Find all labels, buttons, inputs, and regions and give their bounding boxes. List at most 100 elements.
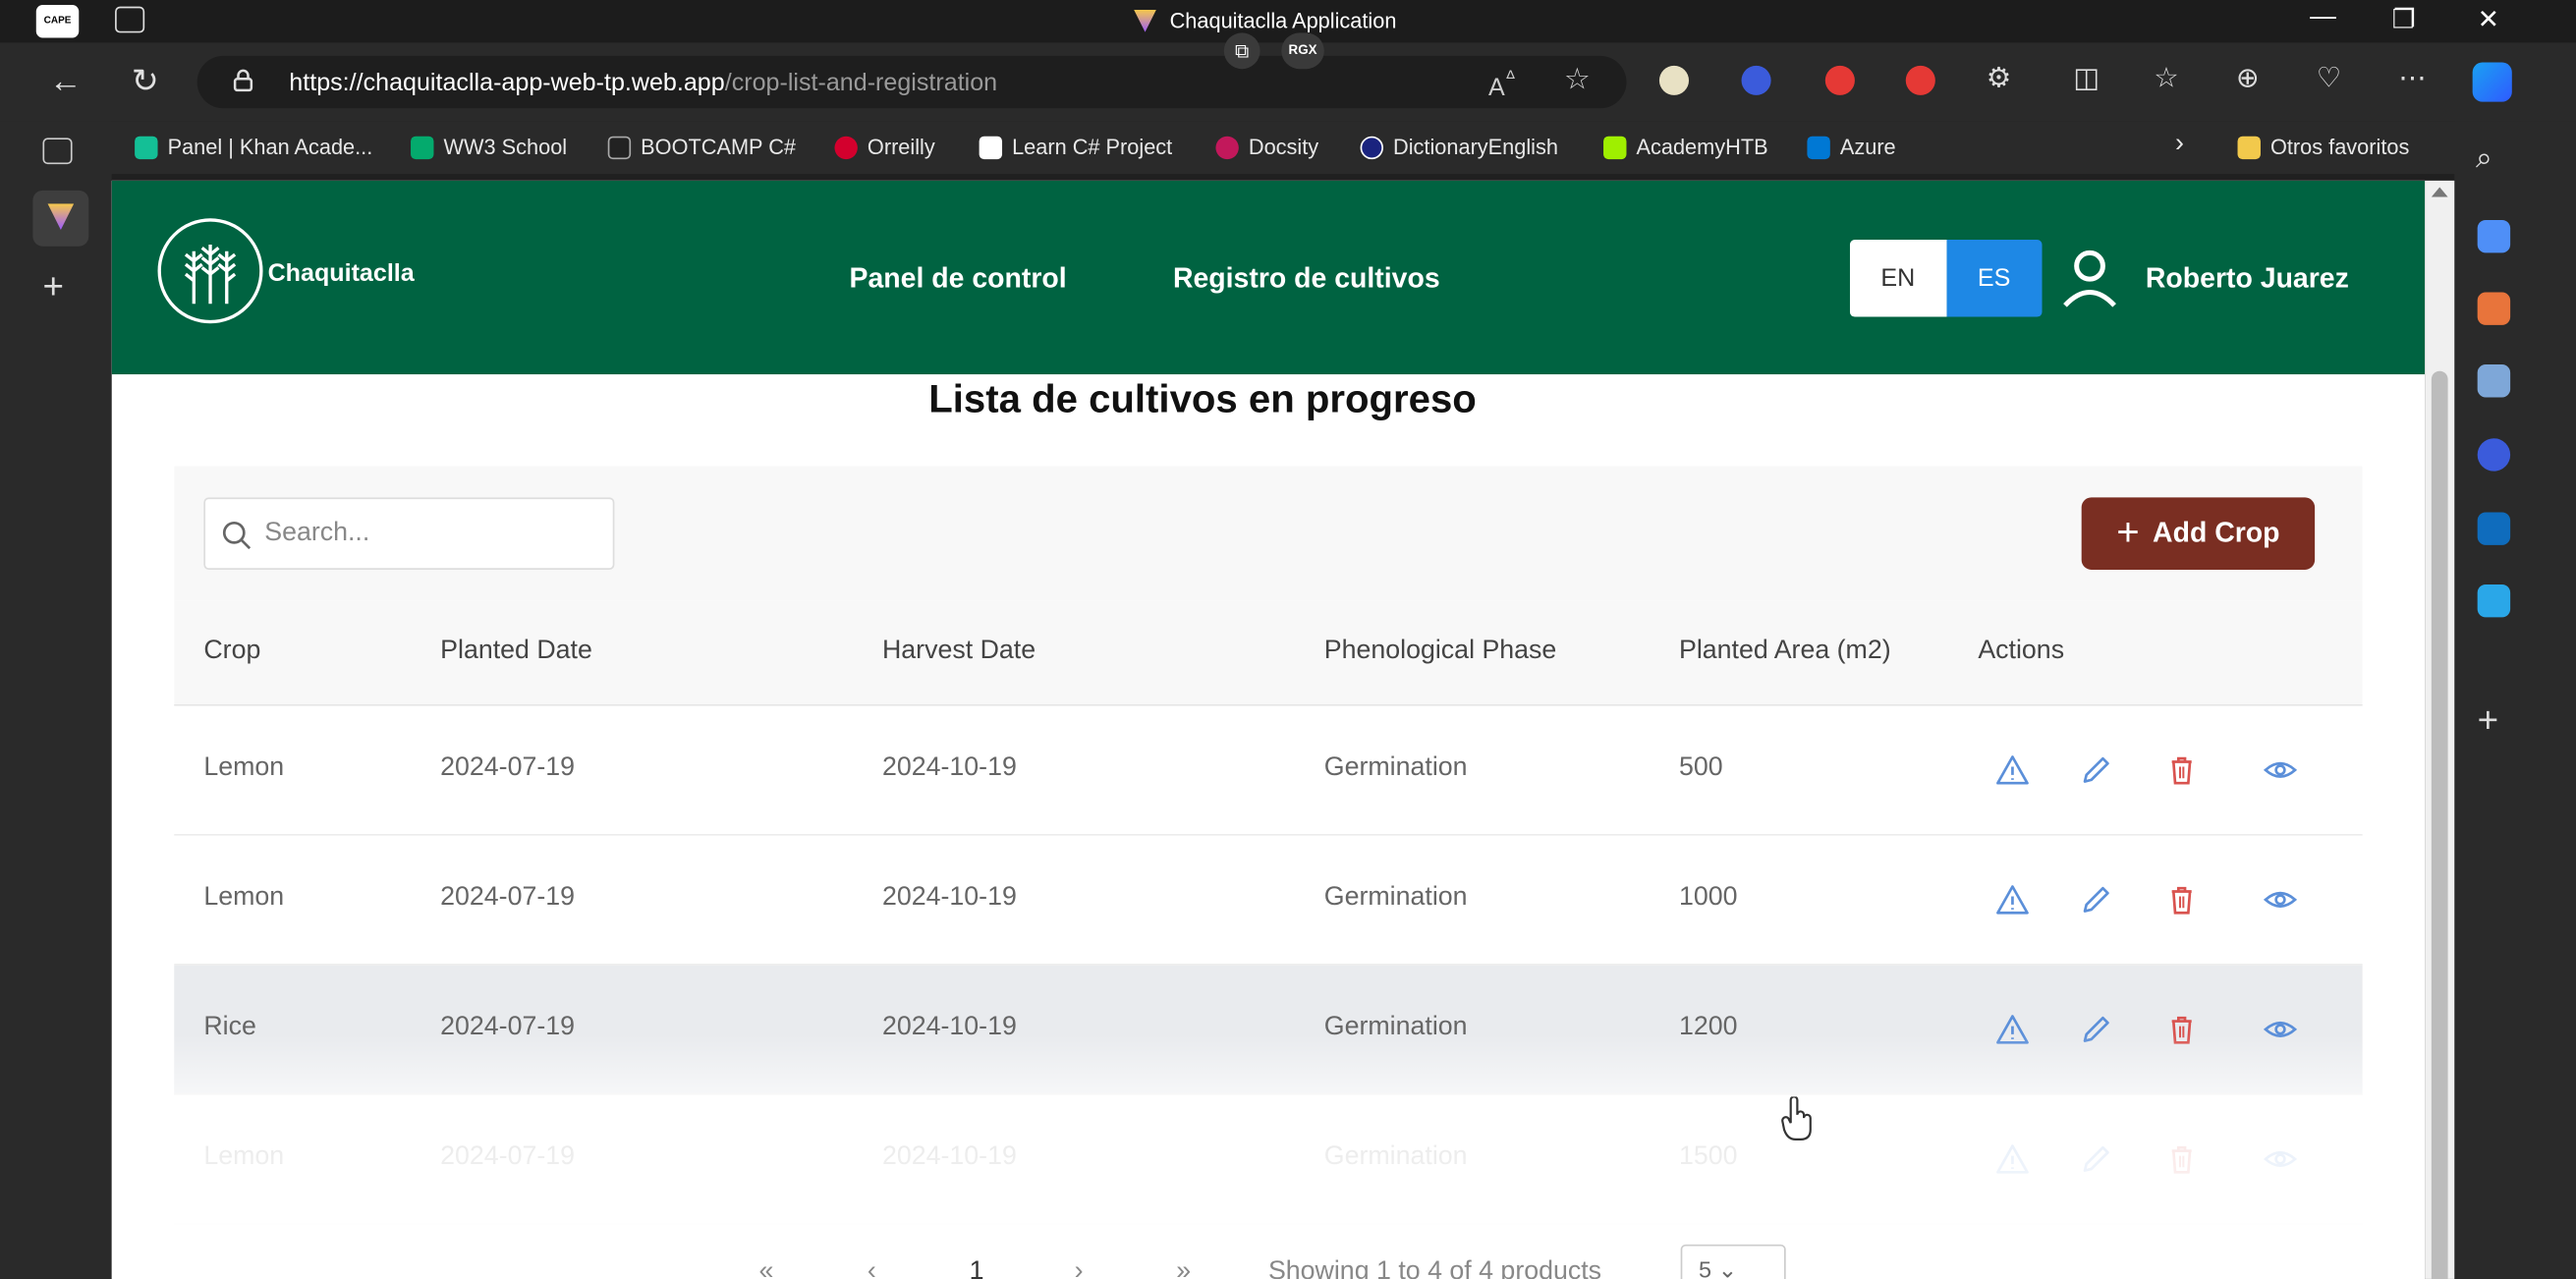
folder-icon xyxy=(2237,135,2261,159)
new-tab-icon[interactable]: + xyxy=(42,266,64,308)
outlook-icon[interactable] xyxy=(2477,512,2511,545)
view-eye-icon[interactable] xyxy=(2263,1141,2299,1178)
scrollbar-thumb[interactable] xyxy=(2431,370,2448,1279)
extension-clock-icon[interactable] xyxy=(1658,65,1690,95)
delete-trash-icon[interactable] xyxy=(2163,751,2200,788)
column-header-phenological-phase[interactable]: Phenological Phase xyxy=(1324,637,1557,666)
cell-crop: Rice xyxy=(203,1013,256,1041)
bookmark-item[interactable]: BOOTCAMP C# xyxy=(607,135,796,160)
pagination-first-button[interactable]: « xyxy=(759,1257,774,1279)
sidebar-tag-icon[interactable] xyxy=(2477,219,2511,253)
edit-pencil-icon[interactable] xyxy=(2078,881,2114,918)
pagination-last-button[interactable]: » xyxy=(1176,1257,1191,1279)
bookmark-item[interactable]: AcademyHTB xyxy=(1603,135,1768,159)
delete-trash-icon[interactable] xyxy=(2163,1012,2200,1048)
column-header-harvest-date[interactable]: Harvest Date xyxy=(882,637,1036,666)
edit-pencil-icon[interactable] xyxy=(2078,751,2114,788)
table-row[interactable]: Lemon 2024-07-19 2024-10-19 Germination … xyxy=(174,1094,2363,1225)
scroll-up-arrow-icon[interactable] xyxy=(2431,187,2448,197)
sidebar-tools-icon[interactable] xyxy=(2477,292,2511,325)
nav-link-dashboard[interactable]: Panel de control xyxy=(850,262,1067,295)
delete-trash-icon[interactable] xyxy=(2163,1141,2200,1178)
column-header-crop[interactable]: Crop xyxy=(203,637,260,666)
copilot-icon[interactable] xyxy=(2472,62,2512,102)
bookmark-item[interactable]: Orreilly xyxy=(834,135,935,159)
lang-en-button[interactable]: EN xyxy=(1849,240,1946,317)
active-tab[interactable] xyxy=(32,190,89,247)
warning-icon[interactable] xyxy=(1994,751,2031,788)
picture-in-picture-icon[interactable]: ⧉ xyxy=(1223,32,1260,70)
sidebar-add-icon[interactable]: + xyxy=(2478,699,2499,742)
tab-actions-icon[interactable] xyxy=(42,138,73,165)
delete-trash-icon[interactable] xyxy=(2163,881,2200,918)
wheat-logo-icon[interactable] xyxy=(157,218,263,324)
rows-per-page-select[interactable]: 5 ⌄ xyxy=(1680,1244,1786,1279)
vertical-tabs-bar: + xyxy=(0,121,112,1279)
bookmark-label: BOOTCAMP C# xyxy=(641,135,796,160)
url-field[interactable]: https://chaquitaclla-app-web-tp.web.app/… xyxy=(196,55,1627,109)
edit-pencil-icon[interactable] xyxy=(2078,1141,2114,1178)
back-icon[interactable]: ← xyxy=(49,66,82,98)
favorite-star-icon[interactable]: ☆ xyxy=(1564,63,1591,97)
bookmark-item[interactable]: WW3 School xyxy=(411,135,567,159)
rows-per-page-value: 5 xyxy=(1699,1255,1712,1279)
add-crop-button[interactable]: + Add Crop xyxy=(2081,497,2316,570)
azure-icon xyxy=(1807,135,1830,159)
bookmark-item[interactable]: Docsity xyxy=(1215,135,1318,159)
more-menu-icon[interactable]: ⋯ xyxy=(2398,63,2426,95)
bookmark-item[interactable]: Panel | Khan Acade... xyxy=(135,135,372,159)
cell-planted-date: 2024-07-19 xyxy=(440,753,576,782)
telegram-icon[interactable] xyxy=(2477,584,2511,618)
nav-link-crop-registry[interactable]: Registro de cultivos xyxy=(1173,262,1440,295)
warning-icon[interactable] xyxy=(1994,1141,2031,1178)
cell-planted-date: 2024-07-19 xyxy=(440,883,576,912)
bookmark-item[interactable]: DictionaryEnglish xyxy=(1360,135,1558,159)
other-favorites-folder[interactable]: Otros favoritos xyxy=(2237,135,2409,159)
warning-icon[interactable] xyxy=(1994,881,2031,918)
table-row[interactable]: Rice 2024-07-19 2024-10-19 Germination 1… xyxy=(174,965,2363,1095)
table-row[interactable]: Lemon 2024-07-19 2024-10-19 Germination … xyxy=(174,835,2363,966)
search-input[interactable] xyxy=(264,514,593,554)
browser-essentials-icon[interactable]: ♡ xyxy=(2317,63,2342,95)
refresh-icon[interactable]: ↻ xyxy=(132,66,159,98)
extension-vpn-icon[interactable] xyxy=(1741,65,1771,95)
sidebar-copilot-icon[interactable] xyxy=(2477,438,2511,472)
bookmark-label: AcademyHTB xyxy=(1636,135,1768,160)
pagination-page-1[interactable]: 1 xyxy=(970,1257,984,1279)
view-eye-icon[interactable] xyxy=(2263,751,2299,788)
view-eye-icon[interactable] xyxy=(2263,1012,2299,1048)
search-icon[interactable]: ⌕ xyxy=(2476,141,2492,176)
column-header-planted-date[interactable]: Planted Date xyxy=(440,637,592,666)
extensions-puzzle-icon[interactable]: ⚙ xyxy=(1987,63,2012,95)
column-header-planted-area[interactable]: Planted Area (m2) xyxy=(1679,637,1891,666)
pagination-next-button[interactable]: › xyxy=(1075,1257,1084,1279)
read-aloud-icon[interactable]: Aᐞ xyxy=(1488,66,1516,102)
rgx-extension-icon[interactable]: RGX xyxy=(1281,32,1324,70)
pagination-prev-button[interactable]: ‹ xyxy=(868,1257,876,1279)
view-eye-icon[interactable] xyxy=(2263,881,2299,918)
bookmark-item[interactable]: Azure xyxy=(1807,135,1896,159)
collections-icon[interactable]: ⊕ xyxy=(2236,63,2260,95)
tab-actions-icon[interactable] xyxy=(115,6,145,33)
split-screen-icon[interactable]: ◫ xyxy=(2073,63,2100,95)
table-row[interactable]: Lemon 2024-07-19 2024-10-19 Germination … xyxy=(174,705,2363,836)
sidebar-people-icon[interactable] xyxy=(2477,364,2511,398)
lang-es-button[interactable]: ES xyxy=(1945,240,2043,317)
bookmarks-overflow-chevron-icon[interactable]: › xyxy=(2175,130,2184,159)
bookmark-item[interactable]: Learn C# Project xyxy=(979,135,1173,160)
extension-adblock-icon[interactable] xyxy=(1824,65,1855,95)
close-icon[interactable]: ✕ xyxy=(2478,3,2499,35)
minimize-icon[interactable]: — xyxy=(2310,3,2336,32)
warning-icon[interactable] xyxy=(1994,1012,2031,1048)
user-avatar-icon[interactable] xyxy=(2058,247,2121,309)
bookmark-label: Docsity xyxy=(1248,135,1319,160)
page-scrollbar[interactable] xyxy=(2425,180,2455,1279)
bookmark-label: Learn C# Project xyxy=(1012,135,1173,160)
edit-pencil-icon[interactable] xyxy=(2078,1012,2114,1048)
extension-block-icon[interactable] xyxy=(1905,65,1935,95)
brand-name[interactable]: Chaquitaclla xyxy=(268,259,415,287)
restore-icon[interactable]: ❐ xyxy=(2392,3,2416,35)
user-name[interactable]: Roberto Juarez xyxy=(2146,262,2349,295)
favorites-list-icon[interactable]: ☆ xyxy=(2154,63,2179,95)
app-icon[interactable]: CAPE PLAY xyxy=(35,5,80,59)
